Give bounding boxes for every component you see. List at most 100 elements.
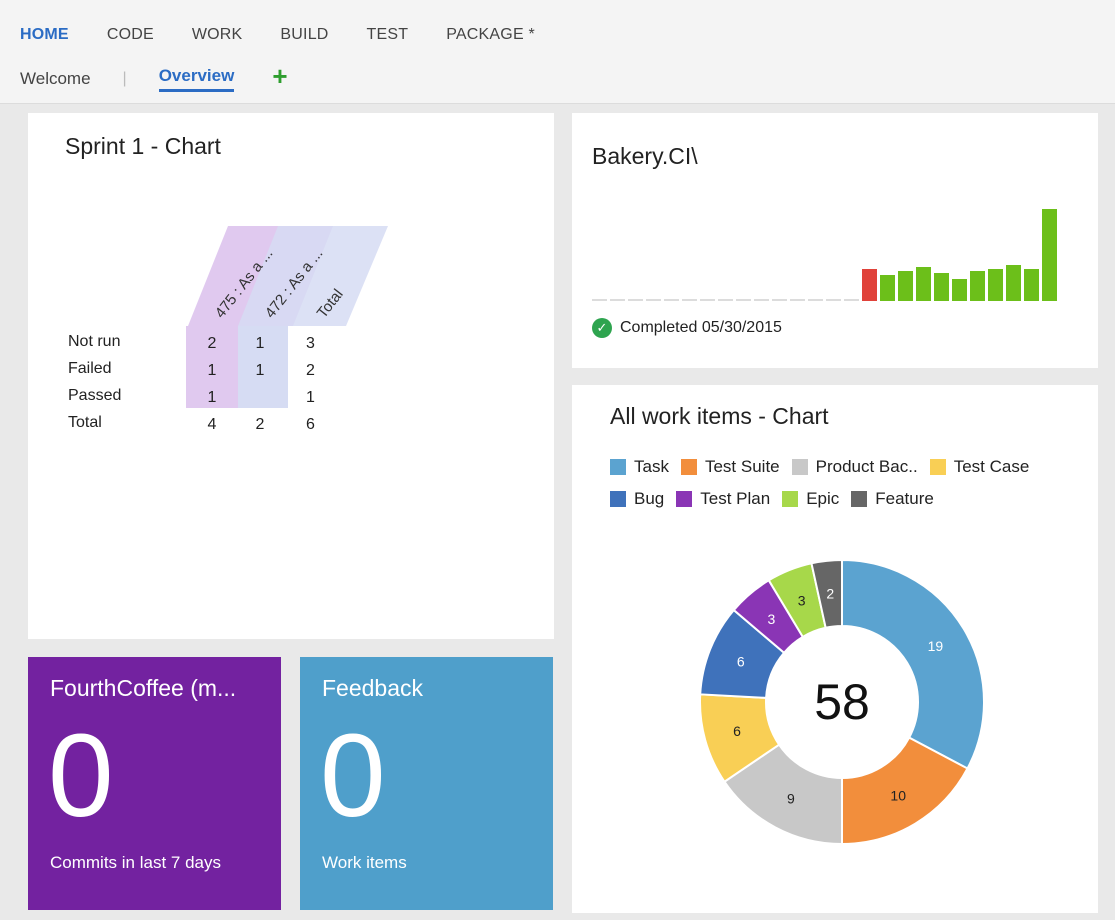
build-bar-empty[interactable] [628, 299, 643, 301]
tile-subtitle: Commits in last 7 days [50, 853, 221, 872]
check-icon: ✓ [592, 318, 612, 338]
build-bar-empty[interactable] [610, 299, 625, 301]
build-bar-failed[interactable] [862, 269, 877, 301]
sprint-chart-tile[interactable]: Sprint 1 - Chart 475 : As a ... 472 : As… [28, 113, 554, 639]
legend-label: Test Case [953, 457, 1030, 476]
legend-swatch [610, 459, 626, 475]
legend-label: Test Plan [700, 489, 771, 508]
donut-data-label: 3 [798, 593, 806, 609]
tile-title: All work items - Chart [610, 403, 829, 429]
legend-item-epic[interactable]: Epic [782, 489, 839, 509]
build-bar-succeeded[interactable] [952, 279, 967, 301]
build-bar-succeeded[interactable] [880, 275, 895, 301]
hub-code[interactable]: CODE [107, 26, 154, 44]
legend-label: Test Suite [704, 457, 780, 476]
hub-work[interactable]: WORK [192, 26, 243, 44]
commits-tile[interactable]: FourthCoffee (m... 0 Commits in last 7 d… [28, 657, 281, 910]
legend-swatch [929, 459, 946, 475]
build-bar-succeeded[interactable] [916, 267, 931, 301]
donut-slice-task[interactable] [841, 558, 985, 770]
cell-failed-total: 2 [306, 362, 315, 379]
legend-label: Bug [634, 489, 665, 508]
legend-item-task[interactable]: Task [610, 457, 669, 477]
build-bar-empty[interactable] [790, 299, 805, 301]
tile-title: Bakery.CI\ [592, 143, 698, 169]
feedback-tile[interactable]: Feedback 0 Work items [300, 657, 553, 910]
build-bar-succeeded[interactable] [1006, 265, 1021, 301]
cell-total-total: 6 [306, 416, 315, 433]
row-label-total: Total [68, 414, 102, 431]
build-bar-empty[interactable] [808, 299, 823, 301]
build-bar-succeeded[interactable] [1024, 269, 1039, 301]
build-bar-empty[interactable] [844, 299, 859, 301]
build-bar-empty[interactable] [646, 299, 661, 301]
build-bar-succeeded[interactable] [970, 271, 985, 301]
legend-swatch [791, 459, 808, 475]
build-bar-empty[interactable] [682, 299, 697, 301]
cell-total-472: 2 [255, 416, 265, 433]
commit-count: 0 [48, 710, 114, 842]
donut-data-label: 3 [768, 611, 776, 627]
cell-total-475: 4 [207, 416, 217, 433]
hub-build[interactable]: BUILD [280, 26, 328, 44]
cell-passed-475: 1 [207, 389, 217, 406]
tab-separator: | [122, 70, 127, 87]
cell-passed-total: 1 [306, 389, 315, 406]
legend-row: Task Test Suite Product Bac.. Test Case [610, 457, 1090, 477]
legend-label: Feature [875, 489, 934, 508]
cell-not-run-472: 1 [255, 335, 265, 352]
build-bar-empty[interactable] [664, 299, 679, 301]
cell-failed-472: 1 [255, 362, 265, 379]
build-history-chart [592, 209, 1057, 301]
legend-label: Task [634, 457, 669, 476]
tab-welcome[interactable]: Welcome [20, 69, 91, 89]
build-bar-empty[interactable] [772, 299, 787, 301]
tile-title: Feedback [322, 675, 424, 701]
build-bar-empty[interactable] [592, 299, 607, 301]
donut-data-label: 19 [928, 638, 944, 654]
build-bar-empty[interactable] [700, 299, 715, 301]
tile-subtitle: Work items [322, 853, 407, 872]
legend-item-feature[interactable]: Feature [851, 489, 934, 509]
feedback-count: 0 [320, 710, 386, 842]
chart-legend: Task Test Suite Product Bac.. Test Case … [610, 457, 1090, 521]
build-tile[interactable]: Bakery.CI\ ✓ Completed 05/30/2015 [572, 113, 1098, 368]
row-label-not-run: Not run [68, 333, 121, 350]
donut-chart: 19 10 9 6 6 3 3 2 58 [699, 558, 985, 846]
legend-swatch [610, 491, 626, 507]
cell-not-run-total: 3 [306, 335, 315, 352]
cell-not-run-475: 2 [207, 335, 217, 352]
legend-label: Product Bac.. [815, 457, 918, 476]
tile-title: FourthCoffee (m... [50, 675, 237, 701]
legend-label: Epic [806, 489, 840, 508]
build-bar-succeeded[interactable] [988, 269, 1003, 301]
build-bar-empty[interactable] [754, 299, 769, 301]
top-navigation: HOME CODE WORK BUILD TEST PACKAGE * Welc… [0, 0, 1115, 104]
build-bar-succeeded[interactable] [934, 273, 949, 301]
build-bar-succeeded[interactable] [898, 271, 913, 301]
donut-data-label: 10 [890, 787, 906, 803]
build-status-text: Completed 05/30/2015 [620, 319, 782, 336]
plus-icon[interactable]: + [272, 63, 287, 89]
legend-item-test-case[interactable]: Test Case [929, 457, 1030, 477]
build-bar-empty[interactable] [826, 299, 841, 301]
donut-data-label: 9 [787, 790, 795, 806]
hub-home[interactable]: HOME [20, 26, 69, 44]
hub-package[interactable]: PACKAGE * [446, 26, 535, 44]
legend-swatch [676, 491, 693, 507]
build-bar-empty[interactable] [736, 299, 751, 301]
cell-failed-475: 1 [207, 362, 217, 379]
build-bar-succeeded[interactable] [1042, 209, 1057, 301]
donut-data-label: 6 [733, 723, 741, 739]
legend-item-test-suite[interactable]: Test Suite [680, 457, 780, 477]
row-label-failed: Failed [68, 360, 112, 377]
legend-item-bug[interactable]: Bug [610, 489, 664, 509]
work-items-chart-tile[interactable]: All work items - Chart Task Test Suite P… [572, 385, 1098, 913]
hub-test[interactable]: TEST [367, 26, 409, 44]
build-bar-empty[interactable] [718, 299, 733, 301]
tab-overview[interactable]: Overview [158, 66, 235, 92]
donut-center-total: 58 [814, 674, 870, 730]
legend-item-product-backlog[interactable]: Product Bac.. [791, 457, 918, 477]
legend-item-test-plan[interactable]: Test Plan [676, 489, 770, 509]
legend-swatch [680, 459, 697, 475]
